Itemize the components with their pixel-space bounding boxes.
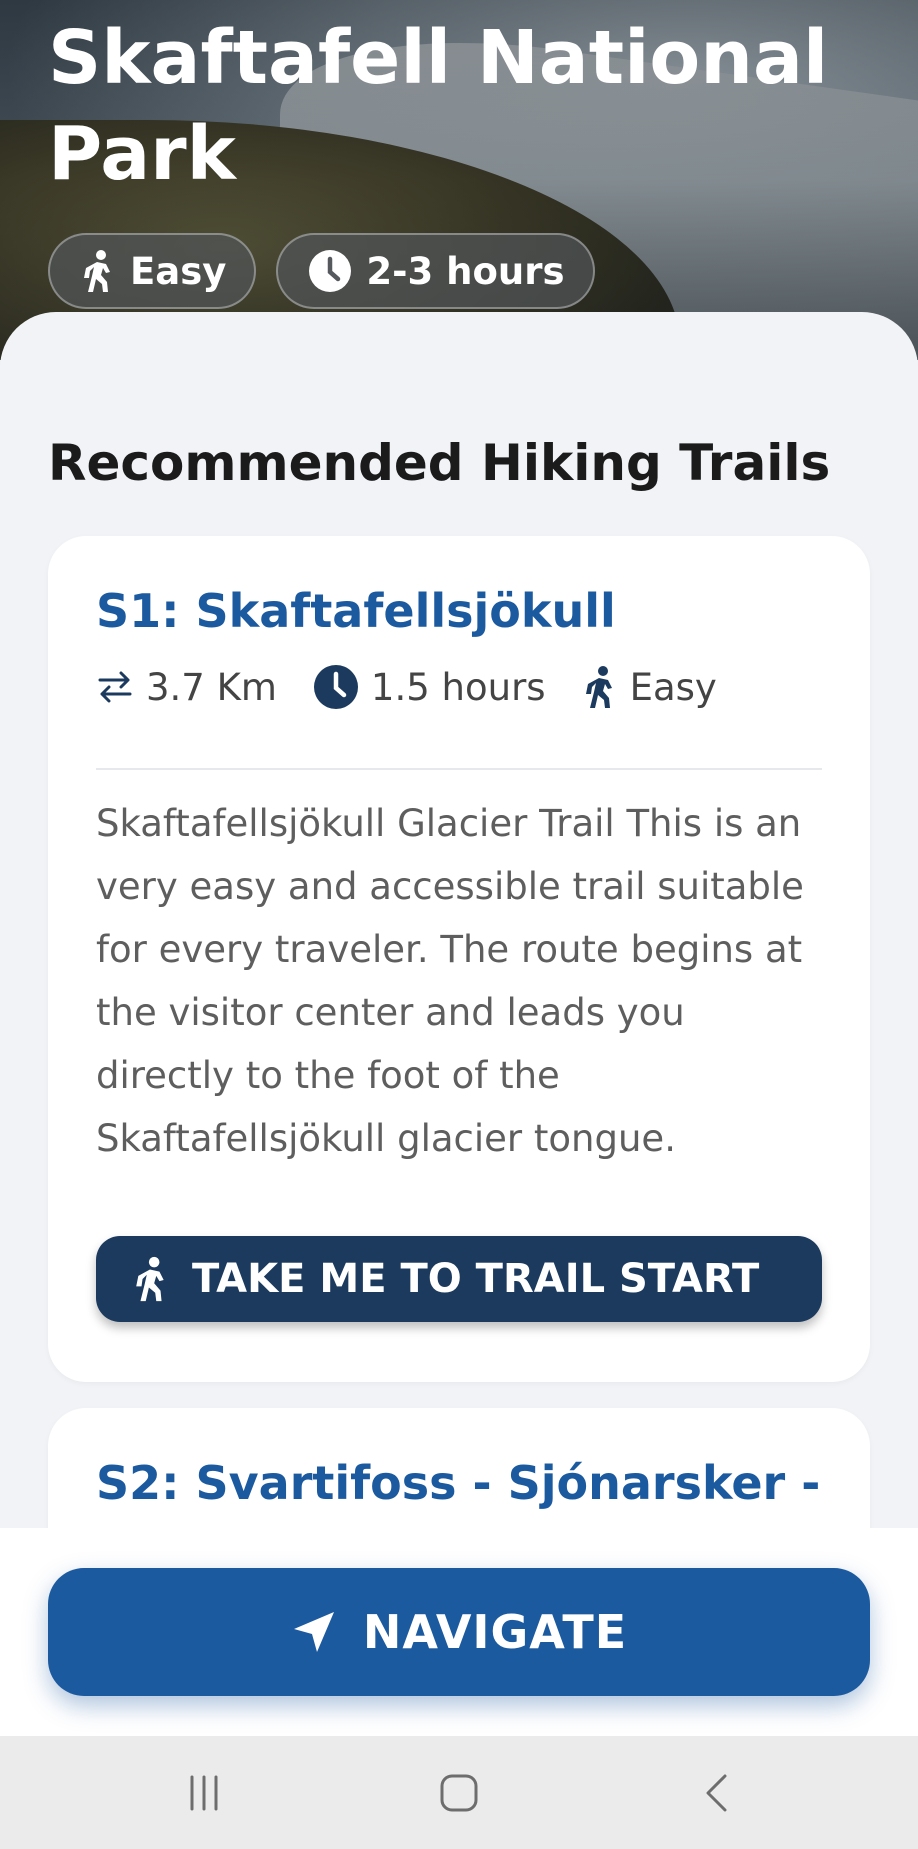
distance-icon	[96, 668, 134, 706]
hero-banner: Skaftafell National Park Easy 2-3 hours	[0, 0, 918, 360]
clock-icon	[313, 664, 359, 710]
system-navigation-bar	[0, 1736, 918, 1849]
trail-difficulty-value: Easy	[629, 665, 717, 709]
bottom-action-bar: NAVIGATE	[0, 1528, 918, 1736]
recents-button[interactable]	[164, 1766, 244, 1820]
trail-title[interactable]: S2: Svartifoss - Sjónarsker -	[96, 1456, 820, 1510]
trail-difficulty: Easy	[582, 664, 717, 710]
trail-meta: 3.7 Km 1.5 hours Easy	[96, 664, 739, 710]
hiker-icon	[80, 249, 116, 293]
page-title: Skaftafell National Park	[48, 15, 829, 197]
difficulty-chip: Easy	[48, 233, 257, 309]
home-button[interactable]	[419, 1766, 499, 1820]
clock-icon	[308, 249, 352, 293]
trail-duration: 1.5 hours	[313, 664, 546, 710]
hero-chips: Easy 2-3 hours	[48, 233, 595, 309]
back-button[interactable]	[678, 1766, 758, 1820]
trail-duration-value: 1.5 hours	[370, 665, 546, 709]
navigate-label: NAVIGATE	[362, 1605, 628, 1659]
difficulty-chip-label: Easy	[130, 249, 227, 293]
trail-title[interactable]: S1: Skaftafellsjökull	[96, 584, 616, 638]
trail-distance-value: 3.7 Km	[146, 665, 277, 709]
take-me-to-trail-start-button[interactable]: TAKE ME TO TRAIL START	[96, 1236, 822, 1322]
trail-distance: 3.7 Km	[96, 666, 277, 709]
navigate-button[interactable]: NAVIGATE	[48, 1568, 870, 1696]
trail-card: S1: Skaftafellsjökull 3.7 Km 1.5 hours E…	[48, 536, 870, 1382]
section-title: Recommended Hiking Trails	[48, 434, 831, 492]
duration-chip: 2-3 hours	[276, 233, 595, 309]
home-icon	[439, 1773, 479, 1813]
hiker-icon	[582, 664, 618, 710]
recents-icon	[184, 1773, 224, 1813]
trail-description: Skaftafellsjökull Glacier Trail This is …	[96, 802, 804, 1160]
hiker-icon	[132, 1255, 170, 1303]
trail-button-label: TAKE ME TO TRAIL START	[192, 1256, 760, 1302]
duration-chip-label: 2-3 hours	[366, 249, 565, 293]
back-icon	[698, 1773, 738, 1813]
divider	[96, 768, 822, 770]
navigation-arrow-icon	[291, 1609, 337, 1655]
